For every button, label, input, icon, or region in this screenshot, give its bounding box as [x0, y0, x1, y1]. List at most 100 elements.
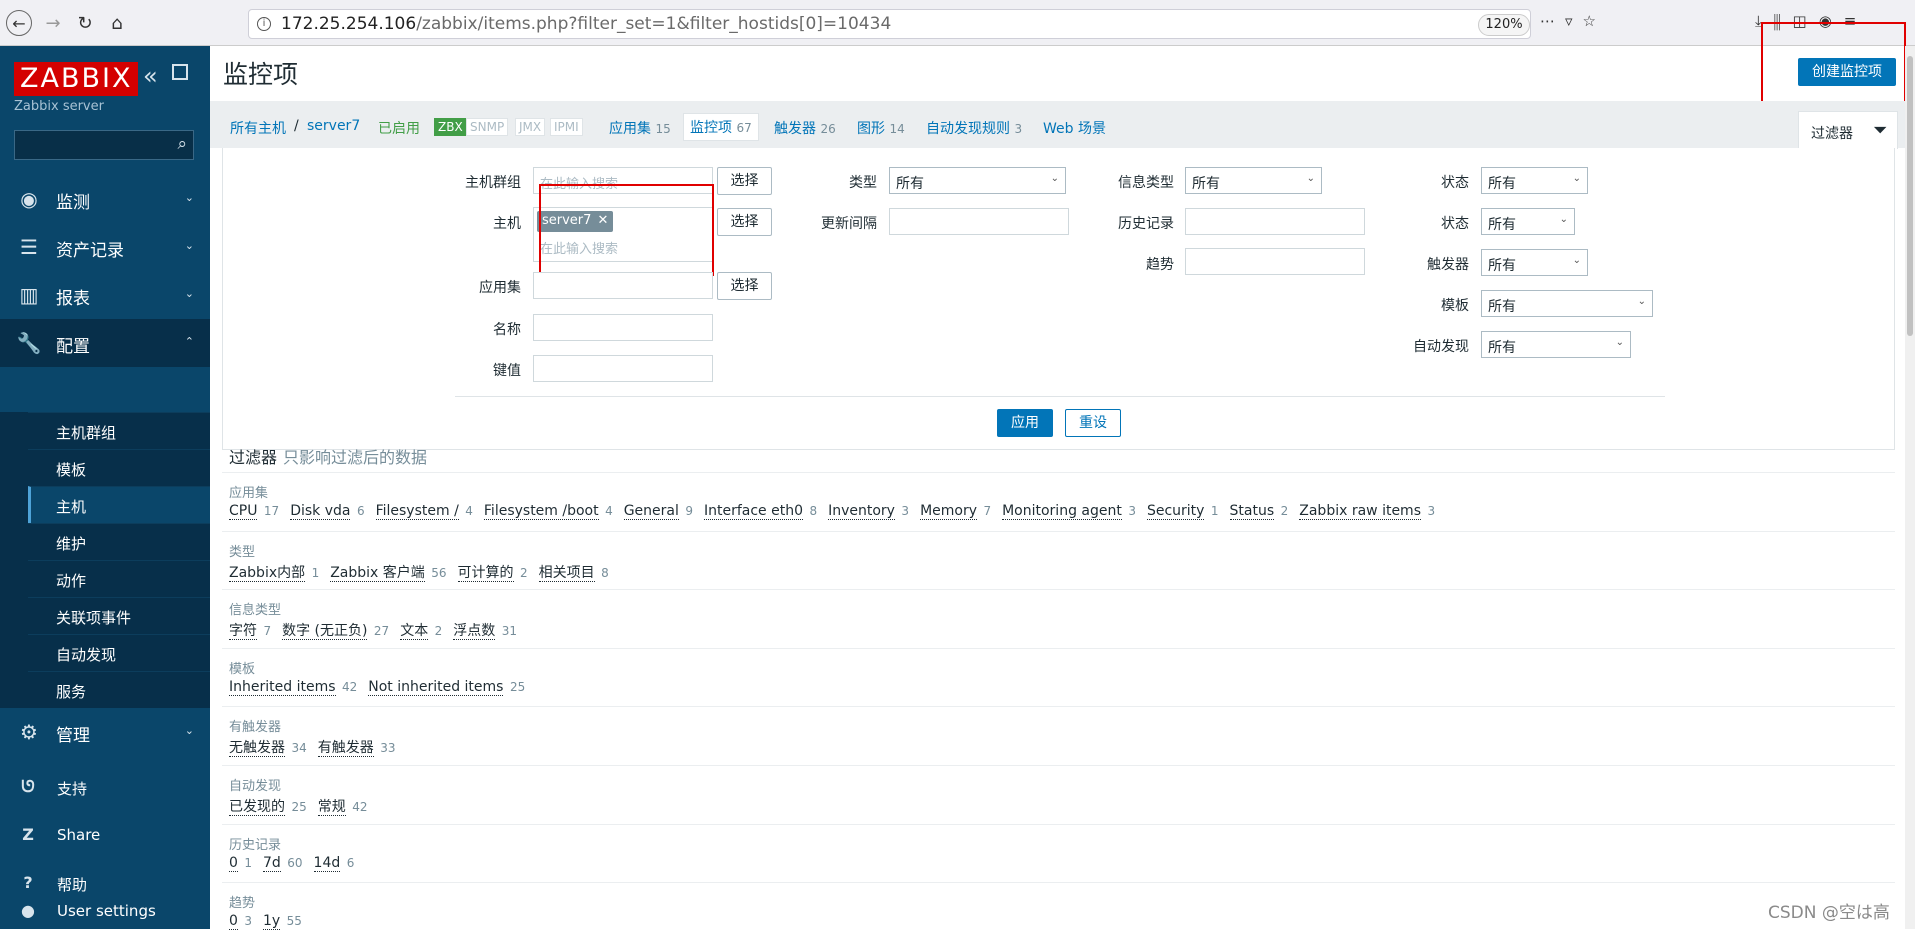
subfilter-chip[interactable]: 0 — [229, 854, 238, 872]
sidebar-item-administration[interactable]: ⚙ 管理 ⌄ — [0, 708, 210, 756]
application-select-button[interactable]: 选择 — [717, 272, 772, 300]
host-link[interactable]: server7 — [307, 118, 360, 134]
update-interval-input[interactable] — [889, 208, 1069, 235]
reset-button[interactable]: 重设 — [1065, 409, 1121, 437]
submenu-item-services[interactable]: 服务 — [28, 671, 210, 708]
history-input[interactable] — [1185, 208, 1365, 235]
tab-applications[interactable]: 应用集 15 — [609, 118, 671, 138]
subfilter-chip[interactable]: Filesystem / — [375, 503, 459, 520]
subfilter-chip[interactable]: 数字 (无正负) — [282, 623, 368, 641]
tab-triggers[interactable]: 触发器 26 — [774, 118, 836, 138]
submenu-item-correlation[interactable]: 关联项事件 — [28, 597, 210, 634]
bookmark-star-icon[interactable]: ☆ — [1583, 12, 1606, 30]
subfilter-chip[interactable]: CPU — [229, 503, 258, 520]
subfilter-chip[interactable]: 字符 — [229, 623, 257, 641]
template-select[interactable]: 所有 ⌄ — [1481, 290, 1653, 317]
forward-arrow-icon[interactable]: → — [40, 10, 66, 36]
host-chip[interactable]: server7 ✕ — [537, 211, 614, 232]
triggers-select[interactable]: 所有 ⌄ — [1481, 249, 1588, 276]
sidebar-search-input[interactable]: ⌕ — [14, 130, 194, 160]
subfilter-chip[interactable]: 1y — [263, 913, 281, 931]
subfilter-chip[interactable]: Zabbix内部 — [229, 564, 306, 582]
tab-discovery-rules[interactable]: 自动发现规则 3 — [926, 118, 1022, 138]
trends-input[interactable] — [1185, 248, 1365, 275]
subfilter-chip[interactable]: 相关项目 — [538, 564, 595, 582]
address-bar[interactable]: i 172.25.254.106/zabbix/items.php?filter… — [248, 9, 1531, 39]
status-badge[interactable]: 已启用 — [378, 118, 420, 138]
submenu-item-discovery[interactable]: 自动发现 — [28, 634, 210, 671]
zabbix-logo[interactable]: ZABBIX — [14, 62, 139, 96]
subfilter-chip[interactable]: Interface eth0 — [703, 503, 803, 520]
tab-graphs[interactable]: 图形 14 — [857, 118, 905, 138]
home-icon[interactable]: ⌂ — [104, 10, 130, 36]
sidebar-icon[interactable]: ◫ — [1793, 12, 1819, 30]
submenu-item-host-groups[interactable]: 主机群组 — [28, 412, 210, 449]
sidebar-item-configuration[interactable]: 🔧 配置 ⌃ — [0, 319, 210, 367]
info-type-select[interactable]: 所有 ⌄ — [1185, 167, 1322, 194]
download-icon[interactable]: ⤓ — [1755, 12, 1774, 30]
key-input[interactable] — [533, 355, 713, 382]
menu-icon[interactable]: ≡ — [1844, 12, 1869, 30]
subfilter-chip[interactable]: 0 — [229, 913, 238, 931]
search-icon[interactable]: ⌕ — [177, 134, 187, 154]
page-scrollbar[interactable] — [1905, 46, 1915, 929]
subfilter-chip[interactable]: 浮点数 — [453, 623, 496, 641]
subfilter-chip[interactable]: Zabbix raw items — [1299, 503, 1421, 520]
submenu-item-actions[interactable]: 动作 — [28, 560, 210, 597]
subfilter-chip[interactable]: 有触发器 — [317, 740, 374, 758]
subfilter-chip[interactable]: 7d — [263, 854, 281, 872]
more-icon[interactable]: ⋯ — [1540, 12, 1565, 30]
all-hosts-link[interactable]: 所有主机 — [230, 118, 286, 138]
zoom-level[interactable]: 120% — [1478, 14, 1530, 36]
state-select[interactable]: 所有 ⌄ — [1481, 167, 1588, 194]
reload-icon[interactable]: ↻ — [72, 10, 98, 36]
submenu-item-maintenance[interactable]: 维护 — [28, 523, 210, 560]
subfilter-chip[interactable]: Disk vda — [290, 503, 351, 520]
subfilter-chip[interactable]: 文本 — [400, 623, 429, 641]
sidebar-item-share[interactable]: Z Share — [0, 816, 210, 856]
subfilter-chip[interactable]: 可计算的 — [457, 564, 514, 582]
subfilter-chip[interactable]: Inherited items — [229, 678, 336, 696]
filter-tab[interactable]: 过滤器 ⏷ — [1798, 111, 1898, 149]
host-select-button[interactable]: 选择 — [717, 208, 772, 236]
subfilter-chip[interactable]: Security — [1146, 503, 1205, 520]
sidebar-item-user-settings[interactable]: ● User settings — [0, 892, 210, 932]
tab-items[interactable]: 监控项 67 — [683, 113, 759, 141]
info-icon[interactable]: i — [257, 17, 271, 31]
discovery-select[interactable]: 所有 ⌄ — [1481, 331, 1631, 358]
subfilter-chip[interactable]: Not inherited items — [368, 678, 504, 696]
apply-button[interactable]: 应用 — [997, 409, 1053, 437]
back-arrow-icon[interactable]: ← — [6, 10, 32, 36]
subfilter-chip[interactable]: General — [623, 503, 679, 520]
scrollbar-thumb[interactable] — [1907, 56, 1913, 336]
sidebar-item-inventory[interactable]: ☰ 资产记录 ⌄ — [0, 223, 210, 271]
submenu-item-templates[interactable]: 模板 — [28, 449, 210, 486]
sidebar-item-support[interactable]: ᘎ 支持 — [0, 768, 210, 808]
subfilter-chip[interactable]: Memory — [920, 503, 977, 520]
subfilter-chip[interactable]: Monitoring agent — [1002, 503, 1122, 520]
kiosk-mode-icon[interactable] — [172, 64, 188, 80]
library-icon[interactable]: ⫼ — [1774, 12, 1793, 30]
host-group-select-button[interactable]: 选择 — [717, 167, 772, 195]
name-input[interactable] — [533, 314, 713, 341]
application-input[interactable] — [533, 272, 713, 299]
submenu-item-hosts[interactable]: 主机 — [28, 486, 210, 523]
pocket-icon[interactable]: ▿ — [1565, 12, 1583, 30]
subfilter-chip[interactable]: 14d — [313, 854, 341, 872]
collapse-sidebar-icon[interactable]: « — [143, 62, 158, 90]
subfilter-chip[interactable]: Status — [1229, 503, 1275, 520]
host-group-input[interactable] — [533, 167, 713, 194]
create-item-button[interactable]: 创建监控项 — [1798, 58, 1896, 86]
remove-chip-icon[interactable]: ✕ — [597, 213, 608, 228]
tab-web-scenarios[interactable]: Web 场景 — [1043, 118, 1106, 138]
account-icon[interactable]: ◉ — [1819, 12, 1844, 30]
subfilter-chip[interactable]: Filesystem /boot — [483, 503, 599, 520]
subfilter-chip[interactable]: 无触发器 — [229, 740, 285, 758]
status-select[interactable]: 所有 ⌄ — [1481, 208, 1575, 235]
subfilter-chip[interactable]: Inventory — [828, 503, 895, 520]
subfilter-chip[interactable]: Zabbix 客户端 — [330, 564, 425, 582]
type-select[interactable]: 所有 ⌄ — [889, 167, 1066, 194]
sidebar-item-monitoring[interactable]: ◉ 监测 ⌄ — [0, 175, 210, 223]
subfilter-chip[interactable]: 常规 — [317, 799, 346, 816]
sidebar-item-reports[interactable]: ▥ 报表 ⌄ — [0, 271, 210, 319]
